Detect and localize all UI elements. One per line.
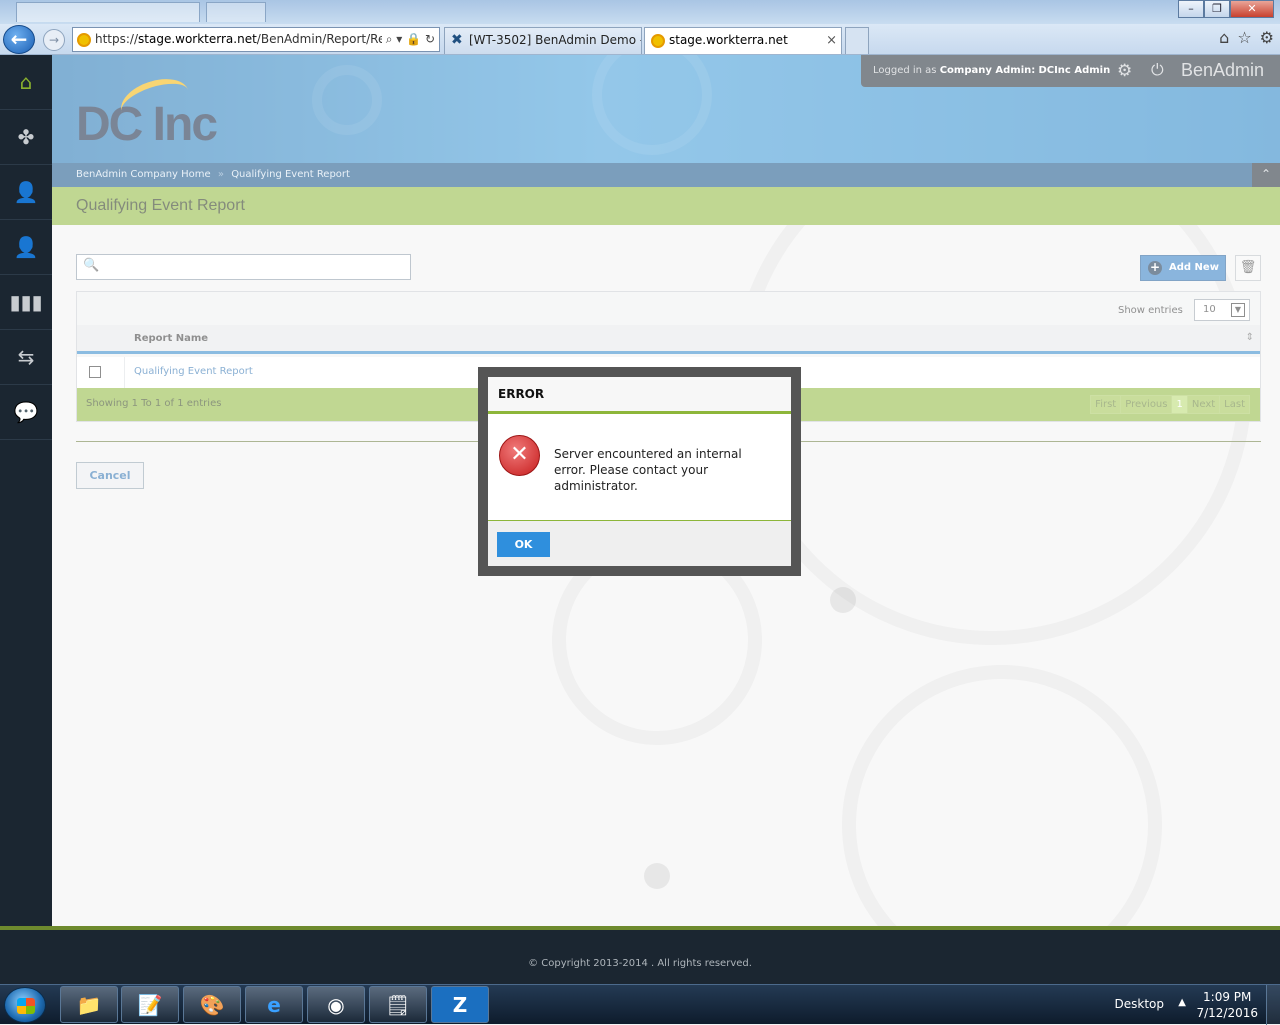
background-window-tab [16, 2, 200, 22]
copyright-text: © Copyright 2013-2014 . All rights reser… [528, 958, 752, 969]
clock[interactable]: 1:09 PM 7/12/2016 [1196, 989, 1258, 1021]
left-sidebar: ⌂ ✤ 👤 👤 ▮▮▮ ⇆ 💬 [0, 55, 52, 926]
sidebar-item-home[interactable]: ⌂ [0, 55, 52, 110]
folder-icon: 📁 [76, 992, 102, 1017]
dialog-title: ERROR [488, 377, 791, 414]
dropdown-icon[interactable]: ▾ [396, 32, 402, 46]
add-user-icon: 👤 [13, 180, 39, 204]
jira-icon: ✖ [451, 32, 463, 48]
error-dialog-frame: ERROR ✕ Server encountered an internal e… [478, 367, 801, 576]
tab-label: stage.workterra.net [669, 33, 788, 47]
notepad-icon: 📝 [137, 992, 163, 1017]
dialog-message: Server encountered an internal error. Pl… [554, 447, 742, 493]
tab-label: [WT-3502] BenAdmin Demo - ... [469, 33, 642, 47]
puzzle-icon: ✤ [17, 125, 35, 149]
window-controls: – ❐ ✕ [1178, 0, 1274, 18]
user-icon: 👤 [13, 235, 39, 259]
sidebar-item-add-user[interactable]: 👤 [0, 165, 52, 220]
windows-taskbar: 📁 📝 🎨 e ◉ 🗒 Z Desktop ▲ 1:09 PM 7/12/201… [0, 984, 1280, 1025]
error-dialog: ERROR ✕ Server encountered an internal e… [488, 377, 791, 566]
chevron-up-icon[interactable]: ▲ [1178, 997, 1186, 1008]
zoom-icon: Z [452, 992, 468, 1017]
file-explorer-button[interactable]: 📁 [60, 986, 118, 1023]
lock-icon[interactable]: 🔒 [406, 32, 421, 46]
close-window-button[interactable]: ✕ [1230, 0, 1274, 18]
app-footer: © Copyright 2013-2014 . All rights reser… [0, 926, 1280, 984]
sidebar-item-transfer[interactable]: ⇆ [0, 330, 52, 385]
clock-time: 1:09 PM [1203, 990, 1252, 1004]
gear-icon[interactable]: ⚙ [1260, 28, 1274, 47]
sidebar-item-messages[interactable]: 💬 [0, 385, 52, 440]
close-tab-icon[interactable]: × [826, 28, 837, 53]
url-scheme: https:// [95, 32, 139, 46]
refresh-icon[interactable]: ↻ [425, 32, 435, 46]
internet-explorer-icon: e [267, 992, 281, 1017]
tab-jira[interactable]: ✖ [WT-3502] BenAdmin Demo - ... [444, 27, 642, 54]
sticky-notes-icon: 🗒 [385, 992, 411, 1017]
dialog-footer: OK [488, 520, 791, 566]
clock-date: 7/12/2016 [1196, 1006, 1258, 1020]
site-favicon-icon [651, 34, 665, 48]
windows-logo-icon [17, 998, 35, 1014]
url-host: stage.workterra.net [138, 32, 257, 46]
chrome-button[interactable]: ◉ [307, 986, 365, 1023]
back-button[interactable]: ← [3, 25, 35, 54]
new-tab-button[interactable] [845, 27, 869, 54]
ok-button[interactable]: OK [497, 532, 550, 557]
home-icon[interactable]: ⌂ [1219, 28, 1229, 47]
paint-icon: 🎨 [199, 992, 225, 1017]
sidebar-item-plugins[interactable]: ✤ [0, 110, 52, 165]
bar-chart-icon: ▮▮▮ [9, 290, 43, 314]
sidebar-item-user[interactable]: 👤 [0, 220, 52, 275]
home-icon: ⌂ [19, 70, 33, 94]
transfer-icon: ⇆ [17, 345, 35, 369]
chrome-icon: ◉ [327, 992, 345, 1017]
tab-workterra[interactable]: stage.workterra.net × [644, 27, 842, 54]
minimize-button[interactable]: – [1178, 0, 1204, 18]
address-tools: ⌕ ▾ 🔒 ↻ [381, 28, 435, 51]
notepad-button[interactable]: 📝 [121, 986, 179, 1023]
site-favicon-icon [77, 33, 91, 47]
address-bar[interactable]: https://stage.workterra.net/BenAdmin/Rep… [72, 27, 440, 52]
browser-titlebar: – ❐ ✕ [0, 0, 1280, 24]
zoom-button[interactable]: Z [431, 986, 489, 1023]
paint-button[interactable]: 🎨 [183, 986, 241, 1023]
browser-navbar: ← → https://stage.workterra.net/BenAdmin… [0, 24, 1280, 55]
start-button[interactable] [4, 987, 46, 1023]
system-tray: Desktop ▲ 1:09 PM 7/12/2016 [1080, 985, 1280, 1025]
internet-explorer-button[interactable]: e [245, 986, 303, 1023]
sticky-notes-button[interactable]: 🗒 [369, 986, 427, 1023]
url-path: /BenAdmin/Report/Repc [256, 32, 400, 46]
restore-button[interactable]: ❐ [1204, 0, 1230, 18]
background-window-tab [206, 2, 266, 22]
error-icon: ✕ [499, 435, 540, 476]
sidebar-item-reports[interactable]: ▮▮▮ [0, 275, 52, 330]
show-desktop-button[interactable] [1266, 985, 1280, 1025]
forward-button[interactable]: → [43, 29, 65, 51]
chat-icon: 💬 [13, 400, 39, 424]
browser-toolbar-icons: ⌂ ☆ ⚙ [1219, 28, 1274, 47]
star-icon[interactable]: ☆ [1237, 28, 1251, 47]
search-icon[interactable]: ⌕ [386, 32, 393, 46]
desktop-toolbar-label[interactable]: Desktop [1115, 997, 1165, 1011]
